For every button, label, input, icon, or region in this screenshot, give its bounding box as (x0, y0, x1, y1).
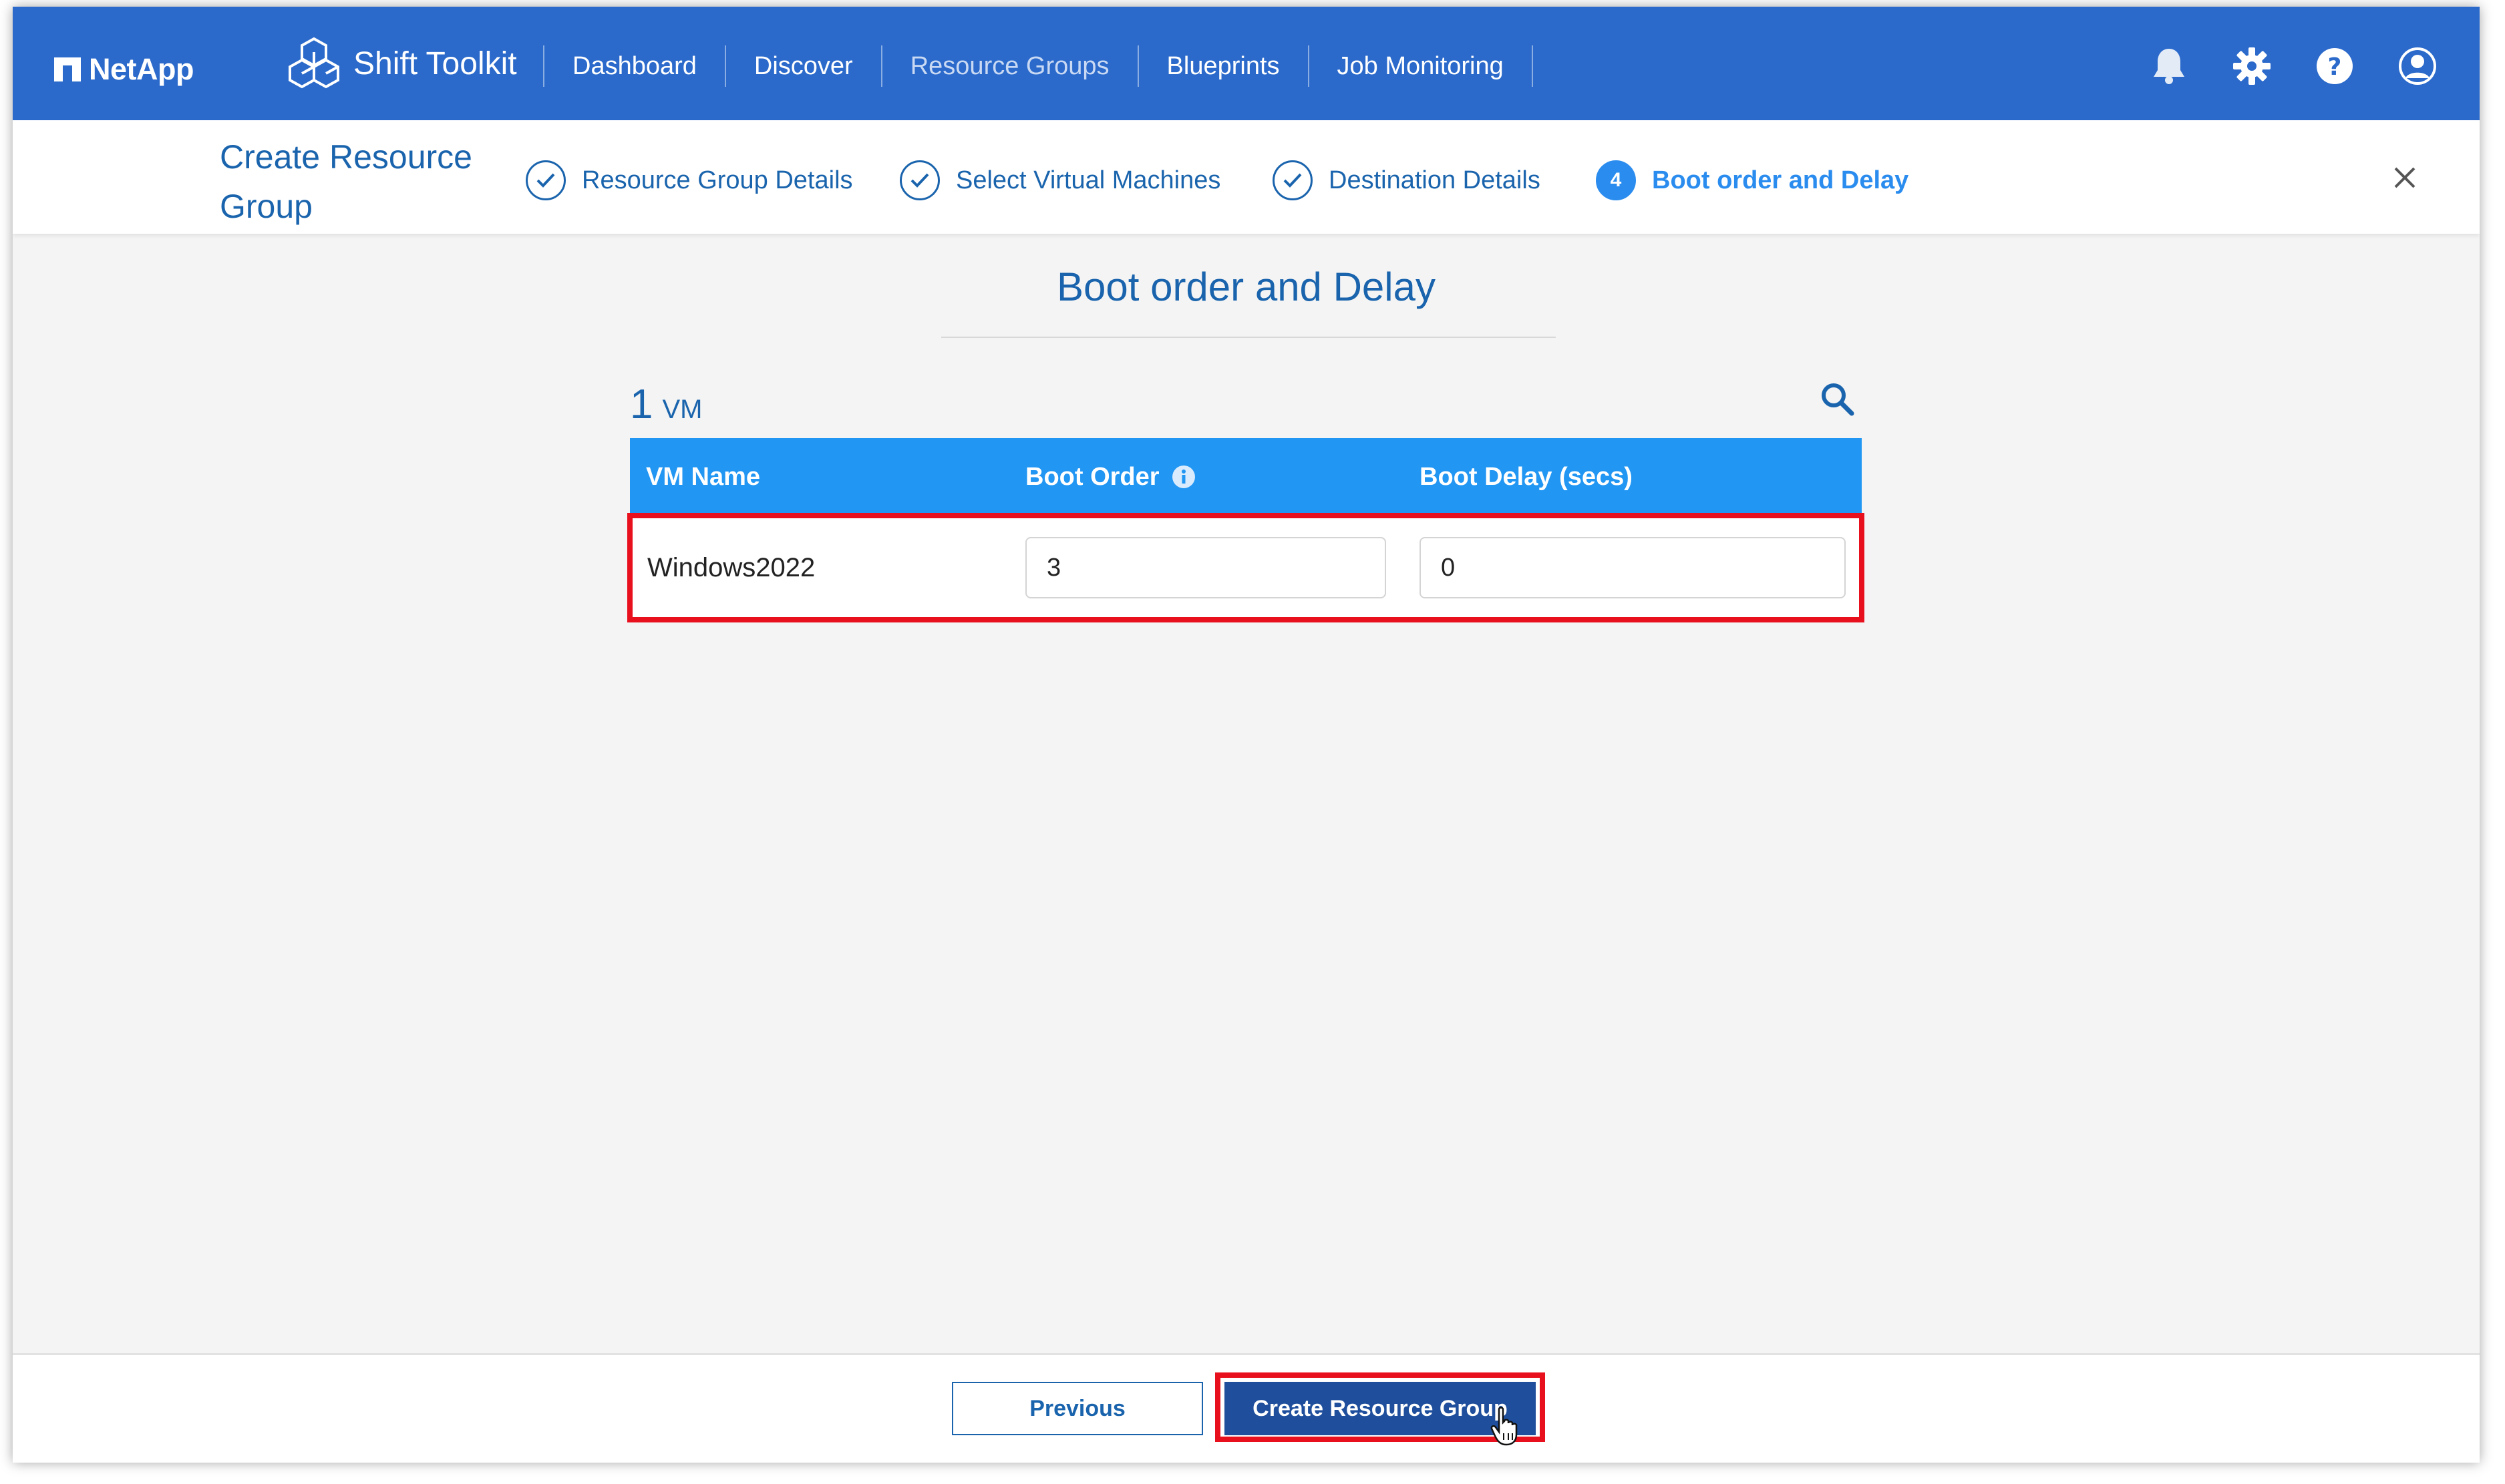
step-select-virtual-machines[interactable]: Select Virtual Machines (900, 160, 1220, 200)
step-complete-indicator (1273, 160, 1313, 200)
vm-count: 1 VM (630, 381, 702, 428)
step-number-badge: 4 (1596, 160, 1636, 200)
previous-button[interactable]: Previous (952, 1382, 1203, 1435)
column-header-boot-delay: Boot Delay (secs) (1420, 463, 1862, 492)
hand-cursor-icon (1490, 1407, 1518, 1446)
column-header-label: VM Name (646, 462, 761, 491)
notifications-button[interactable] (2148, 45, 2190, 87)
vm-count-unit: VM (662, 395, 703, 424)
brand-name: NetApp (89, 52, 194, 86)
step-resource-group-details[interactable]: Resource Group Details (526, 160, 853, 200)
help-icon: ? (2317, 48, 2353, 84)
nav-item-job-monitoring[interactable]: Job Monitoring (1309, 52, 1532, 81)
netapp-logo-icon (54, 57, 81, 81)
column-header-label: Boot Order (1025, 462, 1160, 491)
top-navigation-bar: NetApp Shift Toolkit Dashboard Discover … (13, 7, 2480, 120)
wizard-step-bar: Create Resource Group Resource Group Det… (13, 120, 2480, 234)
netapp-logo[interactable]: NetApp (54, 52, 194, 87)
step-label: Destination Details (1329, 166, 1540, 194)
page-title: Boot order and Delay (1056, 264, 1436, 309)
table-row: Windows2022 (627, 513, 1864, 622)
bell-icon (2154, 49, 2184, 84)
step-label: Select Virtual Machines (956, 166, 1221, 194)
svg-text:?: ? (2328, 53, 2342, 81)
main-nav: Dashboard Discover Resource Groups Bluep… (543, 45, 1533, 87)
app-window: NetApp Shift Toolkit Dashboard Discover … (13, 7, 2480, 1463)
step-label: Resource Group Details (582, 166, 853, 194)
boot-order-table: VM Name Boot Order Boot Delay (secs) Win… (627, 438, 1864, 622)
search-icon[interactable] (1819, 381, 1855, 417)
wizard-footer: Previous Create Resource Group (13, 1353, 2480, 1463)
wizard-title: Create Resource Group (220, 138, 472, 225)
vm-name-cell: Windows2022 (647, 552, 816, 582)
step-boot-order-and-delay[interactable]: 4 Boot order and Delay (1596, 160, 1908, 200)
settings-button[interactable] (2231, 45, 2273, 87)
product-name: Shift Toolkit (353, 45, 517, 81)
user-icon (2399, 47, 2436, 85)
help-button[interactable]: ? (2314, 45, 2355, 87)
checkmark-icon (910, 173, 929, 188)
vm-count-number: 1 (630, 381, 653, 427)
nav-item-resource-groups[interactable]: Resource Groups (882, 52, 1138, 81)
top-bar-actions: ? (2148, 45, 2480, 87)
close-icon[interactable] (2391, 164, 2418, 191)
step-complete-indicator (526, 160, 566, 200)
user-profile-button[interactable] (2397, 45, 2438, 87)
gear-icon (2233, 47, 2271, 85)
checkmark-icon (536, 173, 555, 188)
column-header-label: Boot Delay (secs) (1420, 462, 1633, 491)
boot-order-input[interactable] (1025, 537, 1386, 598)
nav-item-dashboard[interactable]: Dashboard (544, 52, 725, 81)
title-divider (941, 337, 1556, 338)
nav-item-blueprints[interactable]: Blueprints (1139, 52, 1308, 81)
shift-toolkit-logo-icon (289, 37, 339, 89)
step-complete-indicator (900, 160, 940, 200)
info-icon[interactable] (1172, 465, 1196, 489)
step-destination-details[interactable]: Destination Details (1273, 160, 1540, 200)
step-label: Boot order and Delay (1652, 166, 1909, 194)
nav-item-discover[interactable]: Discover (726, 52, 881, 81)
product-title: Shift Toolkit (288, 36, 517, 91)
boot-delay-input[interactable] (1420, 537, 1846, 598)
column-header-boot-order: Boot Order (1025, 463, 1420, 492)
column-header-vm-name: VM Name (630, 463, 1025, 492)
checkmark-icon (1283, 173, 1302, 188)
table-header: VM Name Boot Order Boot Delay (secs) (630, 438, 1862, 516)
nav-divider (1531, 45, 1533, 87)
